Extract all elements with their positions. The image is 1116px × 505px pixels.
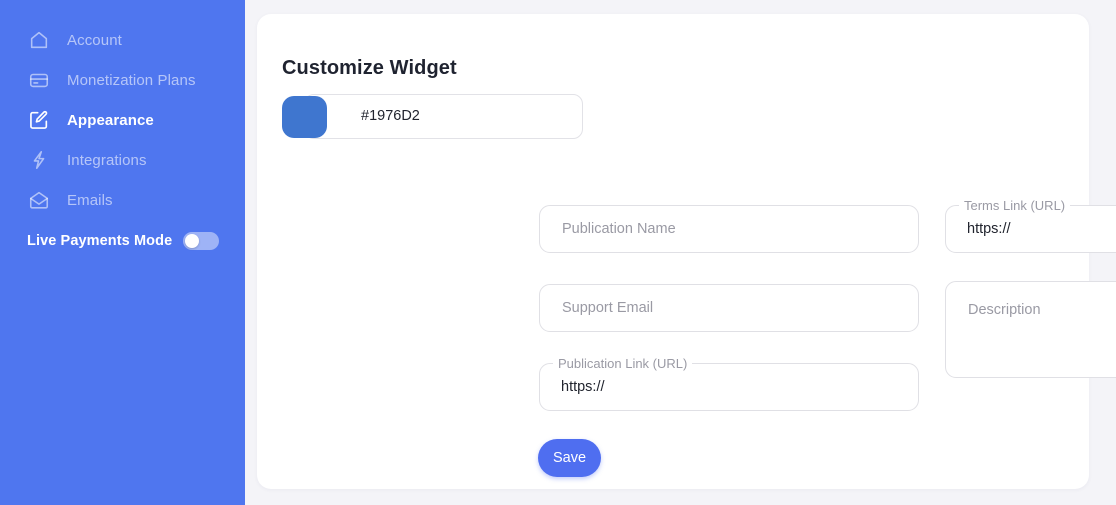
home-icon [26, 27, 52, 53]
brand-color-row: #1976D2 [282, 94, 583, 139]
toggle-knob [185, 234, 200, 248]
publication-link-value: https:// [561, 379, 605, 395]
brand-color-value: #1976D2 [361, 108, 420, 124]
live-payments-mode-toggle[interactable] [183, 232, 220, 250]
customize-widget-card: Customize Widget #1976D2 Publication Nam… [257, 14, 1116, 489]
sidebar-item-label: Account [67, 31, 122, 49]
live-payments-mode-row: Live Payments Mode [0, 227, 245, 255]
support-email-field[interactable]: Support Email [539, 284, 919, 332]
edit-square-icon [26, 107, 52, 133]
description-placeholder: Description [968, 302, 1041, 318]
terms-link-label: Terms Link (URL) [959, 198, 1071, 213]
publication-link-label: Publication Link (URL) [553, 356, 693, 371]
terms-link-value: https:// [967, 221, 1011, 237]
sidebar: Account Monetization Plans Appearance In… [0, 0, 245, 505]
live-payments-mode-label: Live Payments Mode [27, 233, 173, 249]
brand-color-input[interactable]: #1976D2 [304, 94, 583, 139]
publication-name-placeholder: Publication Name [562, 221, 676, 237]
sidebar-item-appearance[interactable]: Appearance [0, 100, 245, 140]
lightning-bolt-icon [26, 147, 52, 173]
sidebar-item-integrations[interactable]: Integrations [0, 140, 245, 180]
sidebar-item-label: Emails [67, 191, 113, 209]
appearance-settings-screen: Account Monetization Plans Appearance In… [0, 0, 1116, 505]
sidebar-item-monetization-plans[interactable]: Monetization Plans [0, 60, 245, 100]
open-envelope-icon [26, 187, 52, 213]
publication-name-field[interactable]: Publication Name [539, 205, 919, 253]
support-email-placeholder: Support Email [562, 300, 654, 316]
terms-link-field[interactable]: Terms Link (URL) https:// [945, 198, 1116, 253]
sidebar-item-emails[interactable]: Emails [0, 180, 245, 220]
sidebar-item-label: Integrations [67, 151, 147, 169]
description-field[interactable]: Description [945, 281, 1116, 378]
page-title: Customize Widget [282, 57, 457, 80]
sidebar-item-account[interactable]: Account [0, 20, 245, 60]
save-button[interactable]: Save [538, 439, 601, 477]
brand-color-swatch[interactable] [282, 96, 327, 138]
sidebar-item-label: Appearance [67, 111, 154, 129]
publication-link-field[interactable]: Publication Link (URL) https:// [539, 356, 919, 411]
credit-card-icon [26, 67, 52, 93]
sidebar-item-label: Monetization Plans [67, 71, 196, 89]
